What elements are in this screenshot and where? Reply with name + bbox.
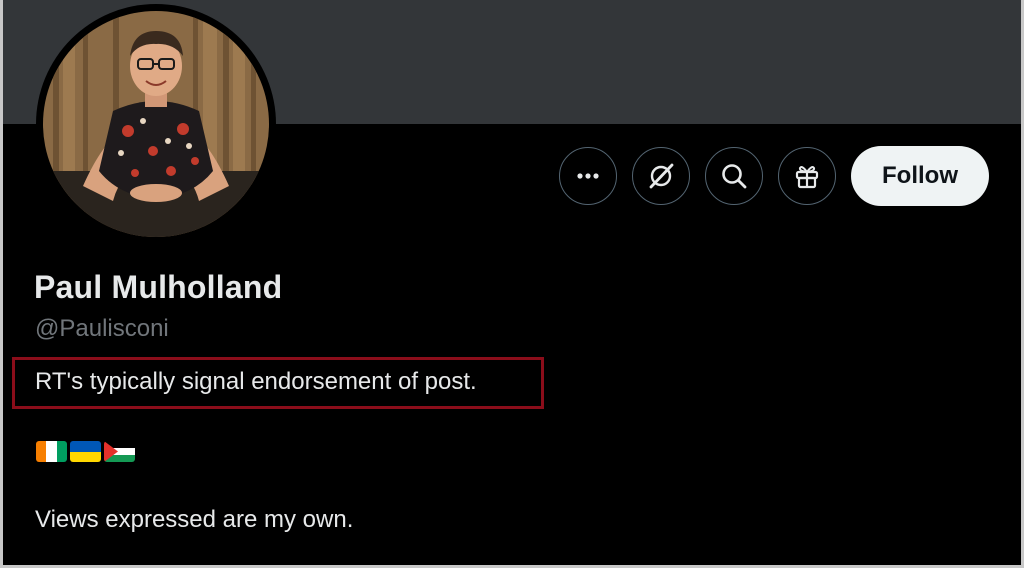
profile-header: Follow Paul Mulholland @Paulisconi RT's …: [0, 0, 1024, 568]
gift-icon: [795, 166, 819, 189]
display-name: Paul Mulholland: [34, 269, 283, 305]
profile-actions: Follow: [559, 146, 989, 206]
bio-text: RT's typically signal endorsement of pos…: [35, 368, 477, 395]
palestine-flag: [104, 441, 135, 462]
more-icon: [577, 173, 599, 179]
avatar-ring: [36, 4, 276, 244]
grok-icon: [649, 163, 674, 189]
bio-disclaimer: Views expressed are my own.: [35, 506, 354, 533]
avatar-photo: [43, 11, 269, 237]
search-button[interactable]: [705, 147, 763, 205]
user-handle: @Paulisconi: [35, 315, 169, 342]
grok-button[interactable]: [632, 147, 690, 205]
more-button[interactable]: [559, 147, 617, 205]
follow-button[interactable]: Follow: [851, 146, 989, 206]
flag-emojis: [36, 441, 135, 462]
cote-d-ivoire-flag: [36, 441, 67, 462]
ukraine-flag: [70, 441, 101, 462]
search-icon: [722, 164, 747, 189]
gift-button[interactable]: [778, 147, 836, 205]
avatar[interactable]: [43, 11, 269, 237]
